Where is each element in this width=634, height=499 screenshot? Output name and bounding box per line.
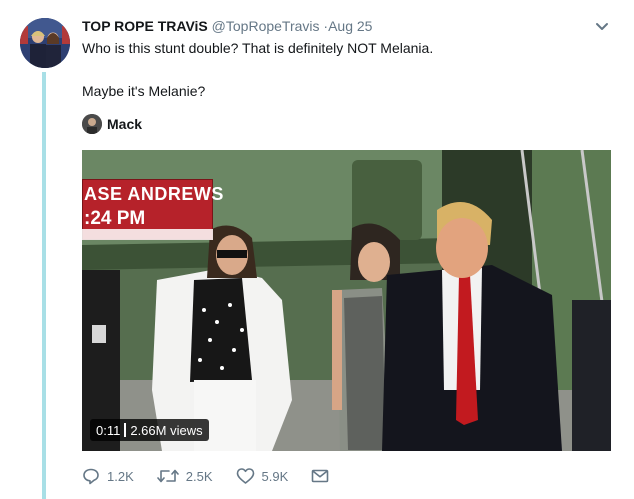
retweet-icon[interactable] <box>156 467 179 485</box>
reply-button[interactable]: 1.2K <box>82 467 134 485</box>
lower-third-bar <box>82 229 213 240</box>
video-view-count: 2.66M views <box>130 422 203 438</box>
reply-icon[interactable] <box>82 467 100 485</box>
tweet-header: TOP ROPE TRAViS @TopRopeTravis ·Aug 25 <box>82 18 372 34</box>
like-button[interactable]: 5.9K <box>236 467 289 485</box>
mention-name[interactable]: Mack <box>107 116 142 132</box>
direct-message-button[interactable] <box>311 468 329 484</box>
mention[interactable]: Mack <box>82 113 142 135</box>
tweet-text-line2: Maybe it's Melanie? <box>82 83 206 99</box>
video-elapsed-time: 0:11 <box>96 422 121 438</box>
tweet-text-line1: Who is this stunt double? That is defini… <box>82 40 434 56</box>
lower-third-time: :24 PM <box>84 208 146 229</box>
user-handle[interactable]: @TopRopeTravis <box>212 18 320 34</box>
tweet-actions: 1.2K 2.5K 5.9K <box>82 465 352 487</box>
lower-third-name: ASE ANDREWS <box>84 184 224 204</box>
mention-avatar[interactable] <box>82 114 102 134</box>
heart-icon[interactable] <box>236 467 255 485</box>
news-lower-third: ASE ANDREWS :24 PM <box>82 179 223 240</box>
avatar[interactable] <box>20 18 70 68</box>
tweet-date[interactable]: Aug 25 <box>328 18 372 34</box>
retweet-button[interactable]: 2.5K <box>156 467 213 485</box>
display-name[interactable]: TOP ROPE TRAViS <box>82 18 208 34</box>
chevron-down-icon[interactable] <box>594 20 610 34</box>
retweet-count: 2.5K <box>185 468 213 484</box>
thread-line <box>42 72 46 499</box>
badge-divider <box>124 423 127 437</box>
tweet-card: TOP ROPE TRAViS @TopRopeTravis ·Aug 25 W… <box>0 0 634 499</box>
envelope-icon[interactable] <box>311 468 329 484</box>
video-player[interactable]: ASE ANDREWS :24 PM 0:11 2.66M views <box>82 150 611 451</box>
video-stats-badge: 0:11 2.66M views <box>90 419 209 441</box>
like-count: 5.9K <box>261 468 289 484</box>
reply-count: 1.2K <box>107 468 134 484</box>
